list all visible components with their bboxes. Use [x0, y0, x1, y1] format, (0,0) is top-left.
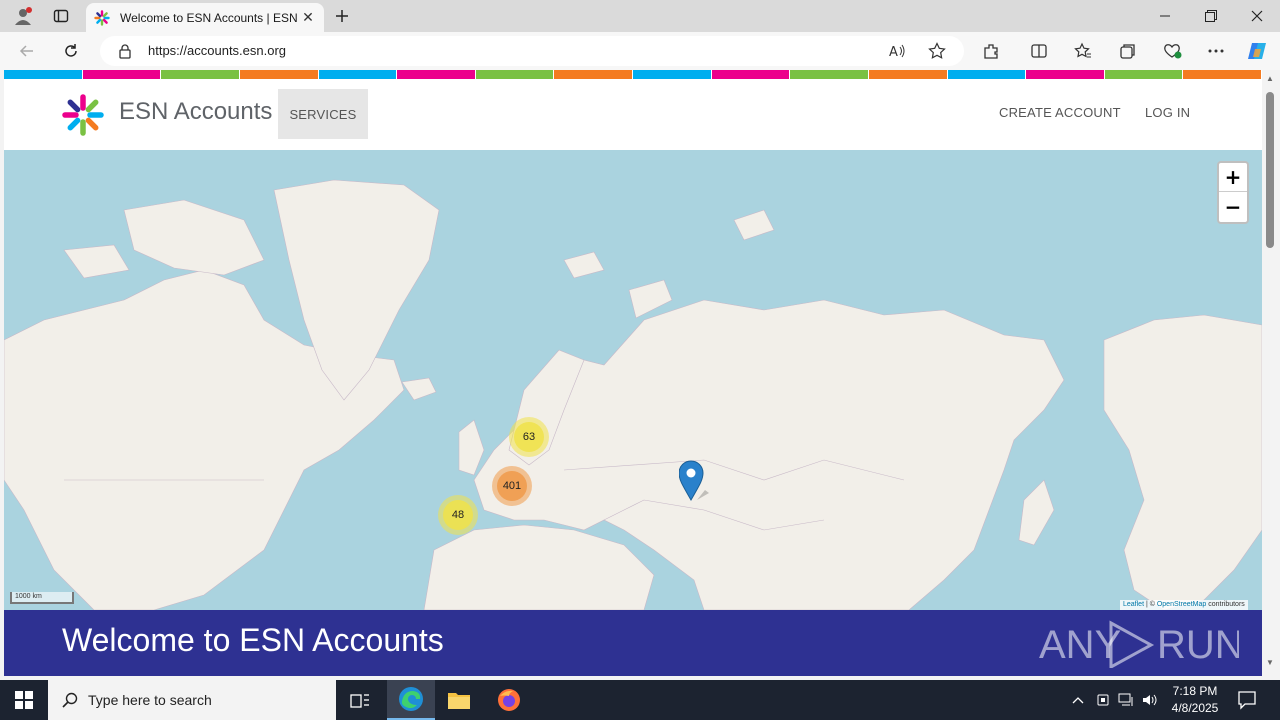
browser-tab-strip: Welcome to ESN Accounts | ESN ✕: [0, 0, 1280, 32]
folder-icon: [448, 693, 470, 709]
back-button[interactable]: [12, 36, 42, 66]
tab-actions-icon[interactable]: [42, 0, 80, 32]
close-tab-icon[interactable]: ✕: [300, 9, 316, 26]
map-cluster-48[interactable]: 48: [438, 495, 478, 535]
taskbar-edge-app[interactable]: [387, 680, 435, 720]
split-screen-icon[interactable]: [1028, 40, 1050, 62]
stripe-segment: [239, 70, 319, 79]
cluster-count: 48: [443, 500, 473, 530]
favorite-star-icon[interactable]: [928, 42, 946, 60]
svg-text:ANY: ANY: [1039, 623, 1121, 667]
browser-essentials-icon[interactable]: [1161, 40, 1183, 62]
taskbar-clock[interactable]: 7:18 PM 4/8/2025: [1160, 683, 1230, 717]
clock-time: 7:18 PM: [1172, 684, 1218, 698]
zoom-in-button[interactable]: +: [1219, 163, 1247, 192]
site-header: ESN Accounts SERVICES CREATE ACCOUNT LOG…: [4, 79, 1262, 150]
tray-overflow-icon[interactable]: [1068, 690, 1088, 710]
stripe-segment: [1104, 70, 1184, 79]
stripe-segment: [947, 70, 1027, 79]
map-scale: 1000 km: [10, 592, 74, 604]
stripe-segment: [397, 70, 476, 79]
volume-icon[interactable]: [1140, 690, 1160, 710]
page-viewport: ESN Accounts SERVICES CREATE ACCOUNT LOG…: [4, 70, 1262, 676]
nav-services[interactable]: SERVICES: [278, 89, 368, 139]
lock-icon[interactable]: [118, 43, 132, 59]
stripe-segment: [554, 70, 633, 79]
network-icon[interactable]: [1116, 690, 1136, 710]
windows-logo-icon: [15, 691, 33, 709]
favorites-icon[interactable]: [1072, 40, 1094, 62]
attribution-suffix: contributors: [1206, 601, 1245, 608]
color-stripe: [4, 70, 1262, 79]
edge-icon: [399, 687, 423, 711]
svg-text:RUN: RUN: [1157, 623, 1239, 667]
refresh-button[interactable]: [56, 36, 86, 66]
settings-more-icon[interactable]: [1205, 40, 1227, 62]
tray-device-icon[interactable]: [1093, 690, 1113, 710]
cluster-count: 401: [497, 471, 527, 501]
osm-link[interactable]: OpenStreetMap: [1157, 601, 1206, 608]
collections-icon[interactable]: [1117, 40, 1139, 62]
nav-create-account[interactable]: CREATE ACCOUNT: [999, 105, 1121, 120]
firefox-icon: [498, 689, 520, 711]
task-view-button[interactable]: [336, 680, 384, 720]
scroll-up-icon[interactable]: ▲: [1266, 74, 1274, 83]
taskbar-firefox[interactable]: [485, 680, 533, 720]
search-placeholder: Type here to search: [88, 692, 212, 708]
map-cluster-401[interactable]: 401: [492, 466, 532, 506]
world-map[interactable]: 63 401 48 + − 1000 km Leaflet | © OpenSt…: [4, 150, 1262, 610]
profile-icon[interactable]: [4, 0, 42, 32]
stripe-segment: [633, 70, 712, 79]
zoom-control: + −: [1217, 161, 1249, 224]
windows-taskbar: Type here to search 7:18 PM 4/8/2025: [0, 680, 1280, 720]
map-attribution: Leaflet | © OpenStreetMap contributors: [1120, 600, 1248, 610]
taskbar-search-box[interactable]: Type here to search: [48, 680, 336, 720]
esn-favicon-icon: [94, 9, 110, 26]
zoom-out-button[interactable]: −: [1219, 192, 1247, 221]
esn-logo-icon[interactable]: [62, 94, 104, 136]
site-brand-name[interactable]: ESN Accounts: [119, 98, 272, 126]
page-scrollbar[interactable]: ▲ ▼: [1262, 70, 1280, 676]
welcome-title: Welcome to ESN Accounts: [62, 622, 444, 658]
stripe-segment: [790, 70, 869, 79]
stripe-segment: [161, 70, 240, 79]
extensions-icon[interactable]: [980, 40, 1002, 62]
tab-title: Welcome to ESN Accounts | ESN: [120, 10, 298, 25]
taskbar-file-explorer[interactable]: [435, 680, 483, 720]
close-window-button[interactable]: [1234, 0, 1280, 32]
search-icon: [62, 692, 78, 708]
address-bar[interactable]: https://accounts.esn.org A: [100, 36, 964, 66]
url-text[interactable]: https://accounts.esn.org: [148, 43, 286, 58]
stripe-segment: [1183, 70, 1262, 79]
stripe-segment: [318, 70, 398, 79]
notification-center-icon[interactable]: [1236, 689, 1258, 711]
new-tab-button[interactable]: [330, 4, 354, 28]
nav-log-in[interactable]: LOG IN: [1145, 105, 1190, 120]
map-land-layer: [4, 179, 1262, 610]
stripe-segment: [868, 70, 948, 79]
stripe-segment: [1026, 70, 1105, 79]
stripe-segment: [475, 70, 555, 79]
restore-button[interactable]: [1188, 0, 1234, 32]
welcome-banner: Welcome to ESN Accounts ANY RUN: [4, 610, 1262, 676]
attribution-separator: | ©: [1144, 601, 1157, 608]
scroll-down-icon[interactable]: ▼: [1266, 658, 1274, 667]
cluster-count: 63: [514, 422, 544, 452]
minimize-button[interactable]: [1142, 0, 1188, 32]
map-pin-icon[interactable]: [679, 460, 709, 502]
browser-toolbar: https://accounts.esn.org A: [0, 32, 1280, 70]
start-button[interactable]: [0, 680, 48, 720]
clock-date: 4/8/2025: [1171, 701, 1219, 715]
stripe-segment: [711, 70, 791, 79]
svg-text:A: A: [889, 45, 898, 60]
leaflet-link[interactable]: Leaflet: [1123, 601, 1144, 608]
active-tab[interactable]: Welcome to ESN Accounts | ESN ✕: [86, 3, 324, 32]
stripe-segment: [82, 70, 162, 79]
copilot-icon[interactable]: [1246, 40, 1268, 62]
map-cluster-63[interactable]: 63: [509, 417, 549, 457]
scrollbar-thumb[interactable]: [1266, 92, 1274, 248]
read-aloud-icon[interactable]: A: [888, 42, 906, 60]
anyrun-watermark-logo: ANY RUN: [1039, 620, 1239, 668]
stripe-segment: [4, 70, 83, 79]
